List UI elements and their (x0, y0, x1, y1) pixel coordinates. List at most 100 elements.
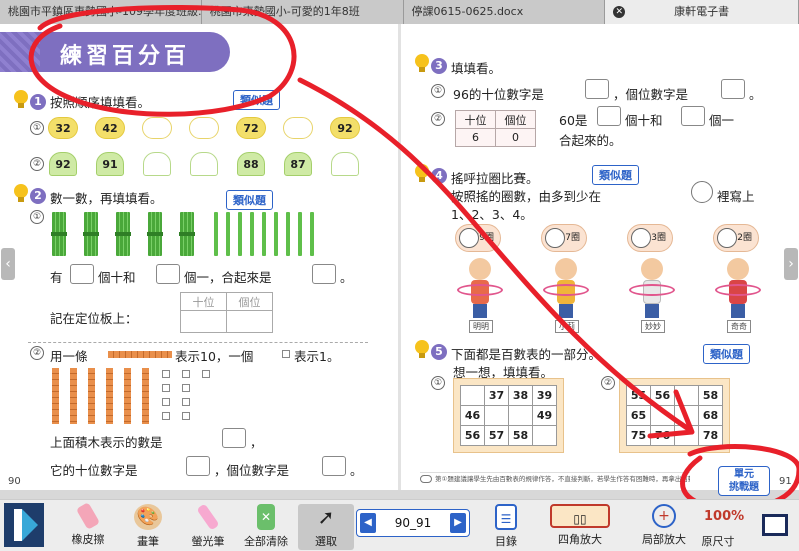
pv-cell-ones[interactable] (226, 310, 273, 333)
highlighter-tool[interactable]: 螢光筆 (180, 503, 236, 550)
grid-cell: 56 (650, 385, 675, 406)
sequence-blank[interactable] (143, 152, 171, 176)
zoom-corners-tool[interactable]: ▯▯ 四角放大 (540, 504, 620, 550)
grid-blank[interactable] (508, 405, 533, 426)
similar-question-button[interactable]: 類似題 (703, 344, 750, 364)
eraser-label: 橡皮擦 (71, 533, 105, 546)
unit-challenge-button[interactable]: 單元 挑戰題 (718, 466, 770, 496)
fill-text: 合起來的。 (559, 133, 622, 148)
answer-box[interactable] (70, 264, 94, 284)
hundreds-chart-part: 37 38 39 46 49 56 57 58 (453, 378, 564, 453)
highlighter-icon (196, 503, 220, 531)
pv-cell-tens[interactable] (180, 310, 227, 333)
clear-all-tool[interactable]: ✕ 全部清除 (238, 504, 294, 550)
tab-class-page[interactable]: 桃園市平鎮區東勢國小-109學年度班級... (0, 0, 202, 24)
sequence-cell: 92 (330, 117, 360, 139)
teacher-footnote: 第①題建議讓學生先由百數表的規律作答，不直接判斷，若學生作答有困難時，再拿出百數… (420, 472, 690, 486)
sequence-blank[interactable] (142, 117, 172, 139)
select-tool[interactable]: ➚ 選取 (298, 504, 354, 550)
eraser-tool[interactable]: 橡皮擦 (60, 502, 116, 550)
tab-ebook[interactable]: ✕ 康軒電子書 (605, 0, 799, 24)
answer-box[interactable] (585, 79, 609, 99)
tab-ebook-label: 康軒電子書 (674, 5, 730, 18)
fill-text: 。 (340, 270, 353, 285)
app-logo[interactable] (4, 503, 44, 547)
question-number: 2 (30, 188, 46, 204)
page-right: 3 填填看。 ① 96的十位數字是 ，個位數字是 。 ② 十位 個位 6 0 6… (401, 24, 799, 490)
list-icon: ☰ (495, 504, 517, 530)
ebook-spread: 練習百分百 1 按照順序填填看。 類似題 ① 32 42 72 92 ② 92 … (0, 24, 799, 490)
toc-tool[interactable]: ☰ 目錄 (478, 504, 534, 550)
fill-text: 有 (50, 270, 63, 285)
challenge-line1: 單元 (734, 469, 754, 480)
tab-class-blog[interactable]: 桃園市東勢國小-可愛的1年8班 (201, 0, 404, 24)
rank-circle[interactable] (631, 228, 651, 248)
answer-box[interactable] (312, 264, 336, 284)
sequence-blank[interactable] (190, 152, 218, 176)
grid-blank[interactable] (674, 385, 699, 406)
open-book-icon: ▯▯ (550, 504, 610, 528)
single-stick (298, 212, 302, 256)
pv-header-tens: 十位 (180, 292, 227, 311)
grid-cell: 78 (698, 425, 723, 446)
hula-hoop (543, 284, 589, 296)
rank-circle[interactable] (545, 228, 565, 248)
grid-blank[interactable] (674, 425, 699, 446)
ten-stick-bundle (83, 212, 99, 256)
sequence-blank[interactable] (331, 152, 359, 176)
zoom-part-tool[interactable]: + 局部放大 (636, 504, 692, 550)
cursor-icon: ➚ (317, 505, 335, 529)
pv-header-tens: 十位 (455, 110, 496, 129)
original-size-label: 原尺寸 (701, 535, 735, 548)
sequence-cell: 88 (237, 152, 265, 176)
prev-page-arrow-icon[interactable]: ‹ (1, 248, 15, 280)
close-tab-icon[interactable]: ✕ (613, 6, 626, 18)
answer-box[interactable] (322, 456, 346, 476)
brush-tool[interactable]: 🎨 畫筆 (120, 504, 176, 550)
grid-blank[interactable] (532, 425, 557, 446)
sequence-cell: 87 (284, 152, 312, 176)
grid-blank[interactable] (484, 405, 509, 426)
sequence-blank[interactable] (283, 117, 313, 139)
similar-question-button[interactable]: 類似題 (233, 90, 280, 110)
next-page-arrow-icon[interactable]: › (784, 248, 798, 280)
grid-cell: 75 (626, 425, 651, 446)
answer-box[interactable] (222, 428, 246, 448)
tab-docx[interactable]: 停課0615-0625.docx (403, 0, 606, 24)
sequence-blank[interactable] (189, 117, 219, 139)
question-number: 5 (431, 344, 447, 360)
answer-box[interactable] (156, 264, 180, 284)
next-page-button[interactable]: ▶ (450, 513, 466, 533)
prev-page-button[interactable]: ◀ (360, 513, 376, 533)
sub-question-label: ① (431, 376, 445, 390)
question-number: 1 (30, 94, 46, 110)
answer-box[interactable] (681, 106, 705, 126)
ten-rod (70, 368, 77, 424)
answer-box[interactable] (721, 79, 745, 99)
answer-circle[interactable] (691, 181, 713, 203)
rank-circle[interactable] (717, 228, 737, 248)
similar-question-button[interactable]: 類似題 (226, 190, 273, 210)
rank-circle[interactable] (459, 228, 479, 248)
title-banner: 練習百分百 (0, 32, 230, 72)
similar-question-button[interactable]: 類似題 (592, 165, 639, 185)
answer-box[interactable] (597, 106, 621, 126)
page-input[interactable]: 90_91 (379, 514, 447, 533)
lightbulb-icon (413, 340, 431, 360)
pv-value-tens: 6 (455, 128, 496, 147)
fill-text: 上面積木表示的數是 (50, 435, 163, 450)
grid-blank[interactable] (650, 405, 675, 426)
fullscreen-icon[interactable] (762, 514, 788, 536)
grid-blank[interactable] (674, 405, 699, 426)
fill-text: 記在定位板上： (50, 311, 138, 326)
fill-text: 用一條 (50, 349, 88, 364)
sub-question-label: ② (601, 376, 615, 390)
lightbulb-icon (413, 54, 431, 74)
answer-box[interactable] (186, 456, 210, 476)
kid-head (469, 258, 491, 280)
trash-icon: ✕ (257, 504, 275, 530)
fill-text: 60是 (559, 113, 588, 128)
kid-head (641, 258, 663, 280)
original-size-tool[interactable]: 100% 原尺寸 (690, 504, 746, 550)
grid-blank[interactable] (460, 385, 485, 406)
